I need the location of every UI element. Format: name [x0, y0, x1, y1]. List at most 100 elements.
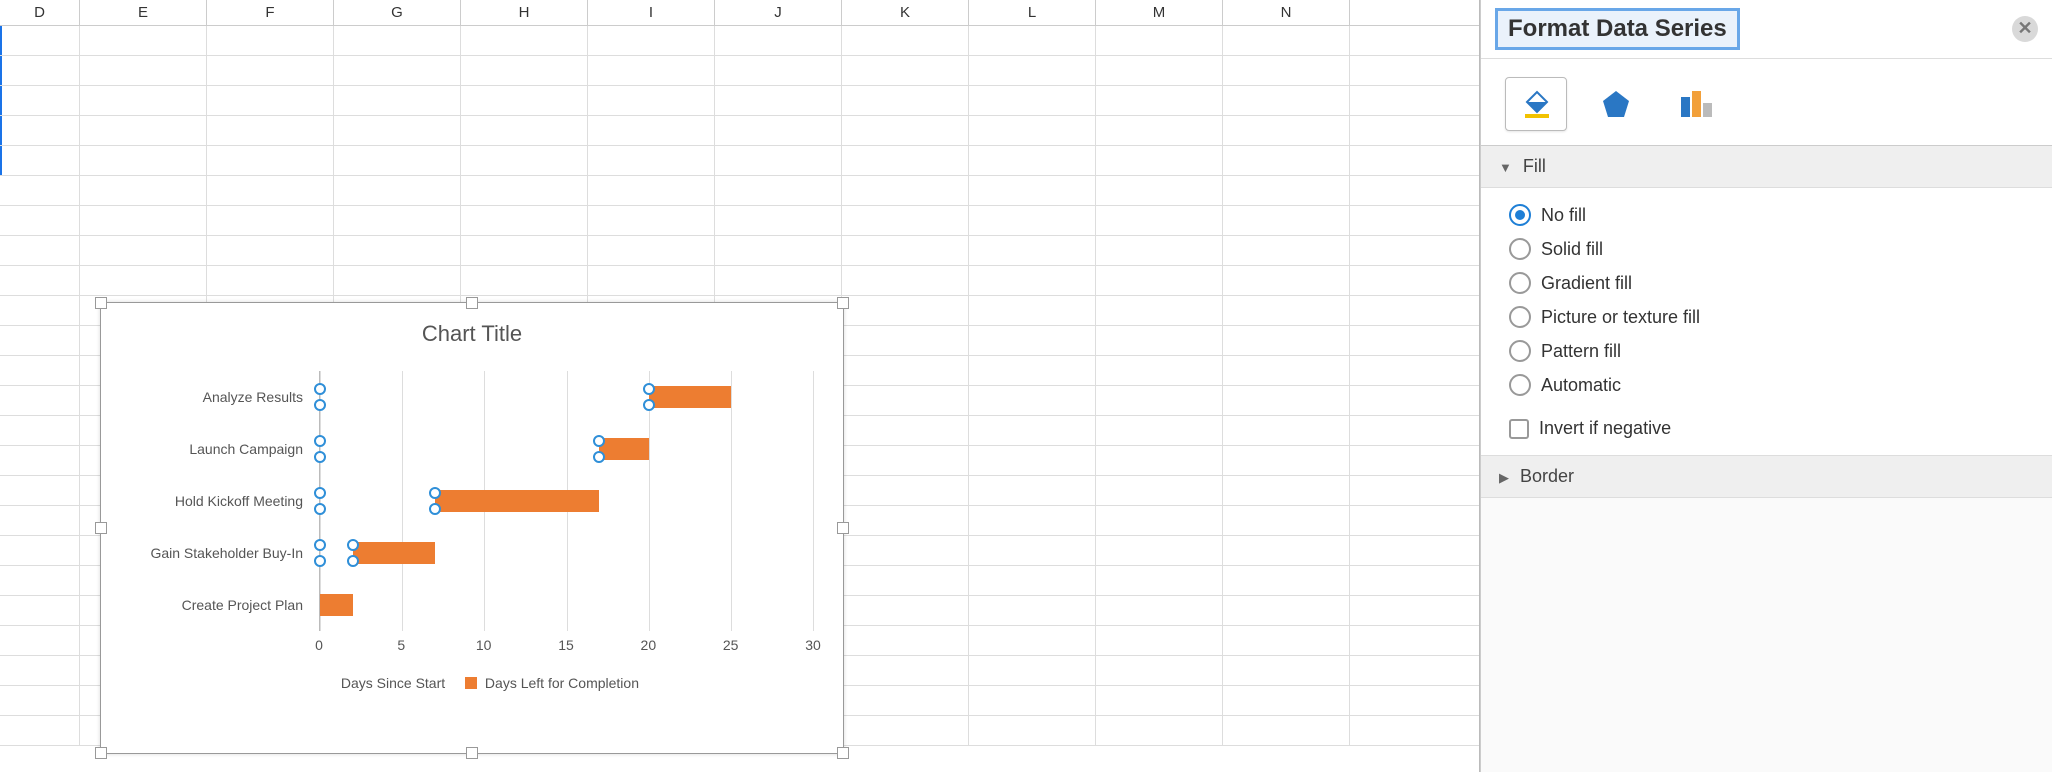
- cell[interactable]: [207, 26, 334, 55]
- cell[interactable]: [715, 116, 842, 145]
- cell[interactable]: [1096, 236, 1223, 265]
- cell[interactable]: [80, 86, 207, 115]
- cell[interactable]: [207, 116, 334, 145]
- cell[interactable]: [842, 356, 969, 385]
- cell[interactable]: [1223, 26, 1350, 55]
- cell[interactable]: [0, 446, 80, 475]
- cell[interactable]: [969, 266, 1096, 295]
- cell[interactable]: [461, 56, 588, 85]
- cell[interactable]: [1096, 536, 1223, 565]
- cell[interactable]: [461, 176, 588, 205]
- cell[interactable]: [207, 176, 334, 205]
- plot-canvas[interactable]: [319, 371, 813, 631]
- cell[interactable]: [1223, 446, 1350, 475]
- col-header-g[interactable]: G: [334, 0, 461, 25]
- cell[interactable]: [1096, 446, 1223, 475]
- cell[interactable]: [969, 716, 1096, 745]
- cell[interactable]: [0, 116, 80, 145]
- cell[interactable]: [969, 86, 1096, 115]
- tab-series-options[interactable]: [1665, 77, 1727, 131]
- cell[interactable]: [969, 626, 1096, 655]
- cell[interactable]: [461, 266, 588, 295]
- plot-area[interactable]: Analyze Results Launch Campaign Hold Kic…: [131, 371, 813, 661]
- cell[interactable]: [1096, 686, 1223, 715]
- cell[interactable]: [1096, 506, 1223, 535]
- cell[interactable]: [80, 146, 207, 175]
- cell[interactable]: [207, 56, 334, 85]
- cell[interactable]: [0, 476, 80, 505]
- cell[interactable]: [1223, 566, 1350, 595]
- cell[interactable]: [334, 236, 461, 265]
- col-header-h[interactable]: H: [461, 0, 588, 25]
- cell[interactable]: [715, 266, 842, 295]
- cell[interactable]: [969, 26, 1096, 55]
- series-selection-point[interactable]: [314, 555, 326, 567]
- cell[interactable]: [0, 26, 80, 55]
- col-header-f[interactable]: F: [207, 0, 334, 25]
- cell[interactable]: [0, 686, 80, 715]
- cell[interactable]: [969, 56, 1096, 85]
- cell[interactable]: [842, 56, 969, 85]
- cell[interactable]: [969, 386, 1096, 415]
- cell[interactable]: [588, 56, 715, 85]
- cell[interactable]: [1223, 416, 1350, 445]
- col-header-d[interactable]: D: [0, 0, 80, 25]
- tab-effects[interactable]: [1585, 77, 1647, 131]
- cell[interactable]: [461, 26, 588, 55]
- cell[interactable]: [1096, 476, 1223, 505]
- resize-handle-mr[interactable]: [837, 522, 849, 534]
- cell[interactable]: [461, 146, 588, 175]
- cell[interactable]: [0, 416, 80, 445]
- pane-title[interactable]: Format Data Series: [1495, 8, 1740, 50]
- cell[interactable]: [461, 86, 588, 115]
- cell[interactable]: [842, 536, 969, 565]
- cell[interactable]: [1096, 386, 1223, 415]
- resize-handle-tl[interactable]: [95, 297, 107, 309]
- cell[interactable]: [80, 116, 207, 145]
- series-selection-point[interactable]: [593, 451, 605, 463]
- cell[interactable]: [842, 26, 969, 55]
- cell[interactable]: [842, 326, 969, 355]
- series-selection-point[interactable]: [429, 503, 441, 515]
- cell[interactable]: [1223, 386, 1350, 415]
- cell[interactable]: [1096, 716, 1223, 745]
- cell[interactable]: [207, 266, 334, 295]
- cell[interactable]: [1096, 146, 1223, 175]
- radio-picture-fill[interactable]: Picture or texture fill: [1509, 306, 2024, 328]
- cell[interactable]: [1223, 356, 1350, 385]
- cell[interactable]: [969, 686, 1096, 715]
- cell[interactable]: [969, 566, 1096, 595]
- cell[interactable]: [334, 206, 461, 235]
- cell[interactable]: [588, 206, 715, 235]
- cell[interactable]: [1223, 656, 1350, 685]
- cell[interactable]: [842, 86, 969, 115]
- cell[interactable]: [969, 116, 1096, 145]
- cell[interactable]: [0, 716, 80, 745]
- cell[interactable]: [969, 236, 1096, 265]
- cell[interactable]: [0, 656, 80, 685]
- cell[interactable]: [969, 536, 1096, 565]
- radio-gradient-fill[interactable]: Gradient fill: [1509, 272, 2024, 294]
- cell[interactable]: [969, 476, 1096, 505]
- cell[interactable]: [842, 716, 969, 745]
- cell[interactable]: [588, 266, 715, 295]
- series-selection-point[interactable]: [347, 539, 359, 551]
- cell[interactable]: [969, 146, 1096, 175]
- series-selection-point[interactable]: [314, 451, 326, 463]
- cell[interactable]: [0, 146, 80, 175]
- resize-handle-tm[interactable]: [466, 297, 478, 309]
- cell[interactable]: [207, 236, 334, 265]
- cell[interactable]: [969, 506, 1096, 535]
- cell[interactable]: [842, 386, 969, 415]
- bar-days-left[interactable]: [353, 542, 435, 564]
- cell[interactable]: [0, 86, 80, 115]
- cell[interactable]: [969, 296, 1096, 325]
- cell[interactable]: [0, 176, 80, 205]
- spreadsheet-area[interactable]: D E F G H I J K L M N Chart Title Analyz…: [0, 0, 1480, 772]
- cell[interactable]: [0, 386, 80, 415]
- cell[interactable]: [1096, 206, 1223, 235]
- cell[interactable]: [334, 146, 461, 175]
- tab-fill-line[interactable]: [1505, 77, 1567, 131]
- cell[interactable]: [588, 176, 715, 205]
- cell[interactable]: [969, 176, 1096, 205]
